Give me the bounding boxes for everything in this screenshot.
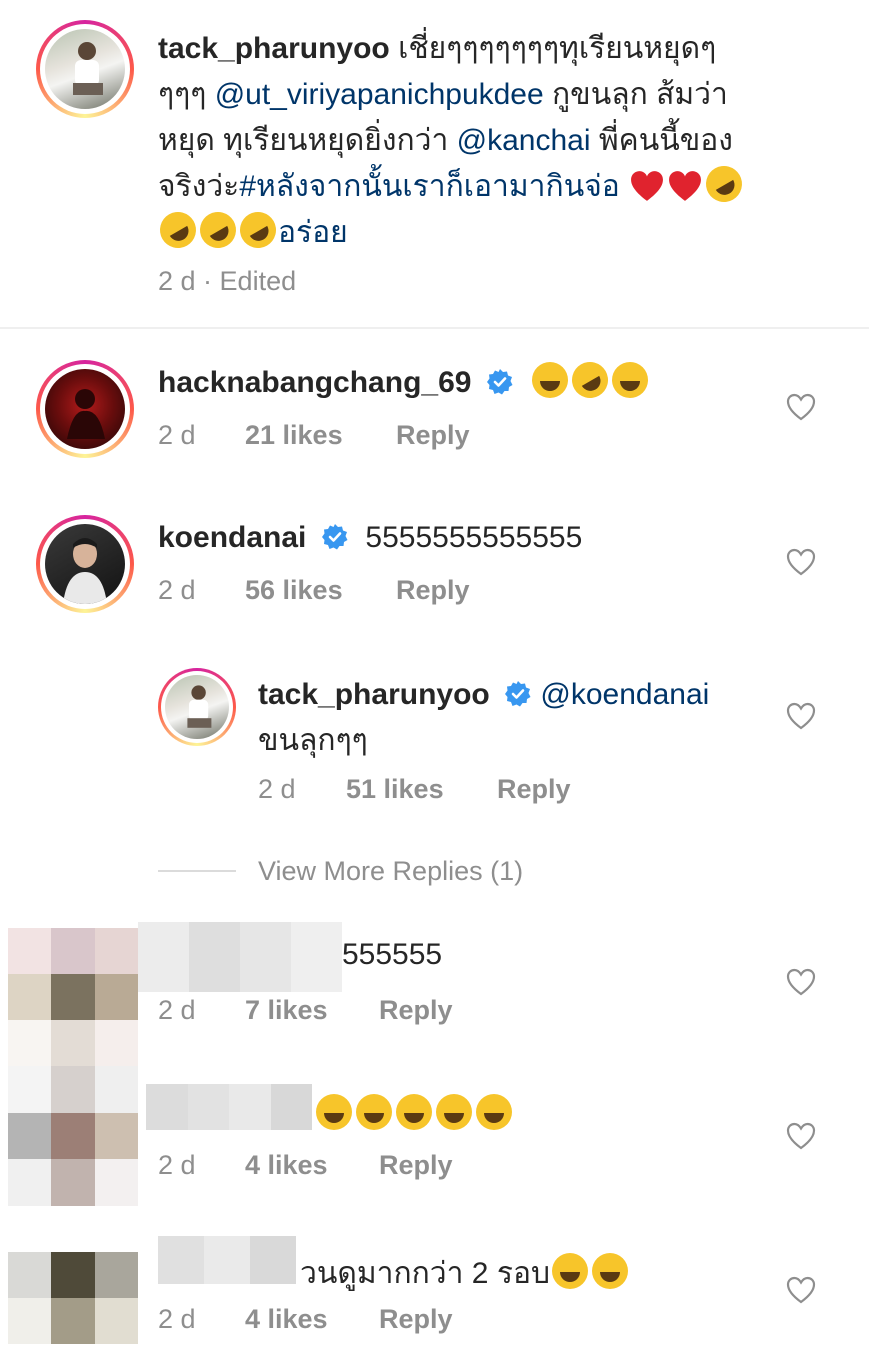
reply-button[interactable]: Reply [396,420,470,451]
rofl-emoji [565,355,616,405]
avatar[interactable] [36,515,134,613]
hashtag-link[interactable]: #หลังจากนั้นเราก็เอามากินจ่อ [239,170,619,203]
comment-time: 2 d [158,1304,196,1334]
verified-badge-icon [321,524,348,550]
joy-emoji [532,362,569,398]
comment-time: 2 d [158,1150,196,1180]
comment-text: ขนลุกๆๆ [258,724,368,757]
mention-link[interactable]: @ut_viriyapanichpukdee [215,78,544,111]
avatar-photo-icon [187,685,212,728]
blurred-username [146,1084,312,1130]
rofl-emoji [153,205,203,255]
joy-emoji [356,1094,392,1130]
joy-emoji [612,362,649,398]
mention-link[interactable]: @koendanai [540,678,709,711]
joy-emoji [316,1094,352,1130]
post-author-username[interactable]: tack_pharunyoo [158,32,390,65]
blurred-avatar [8,1066,138,1207]
comment-meta: 2 d 21 likes Reply [158,420,470,451]
post-caption: tack_pharunyoo เชี่ยๆๆๆๆๆๆๆทุเรียนหยุดๆ … [153,26,838,256]
edited-label: · Edited [195,266,297,296]
joy-emoji [436,1094,472,1130]
blurred-avatar [8,1252,138,1344]
like-heart-icon[interactable] [786,393,816,421]
likes-count[interactable]: 4 likes [245,1150,328,1181]
joy-emoji [552,1253,589,1289]
comment-username[interactable]: hacknabangchang_69 [158,366,471,399]
joy-emoji [396,1094,432,1130]
comment-time: 2 d [258,774,296,804]
comment-text: วนดูมากกว่า 2 รอบ [300,1250,630,1297]
likes-count[interactable]: 21 likes [245,420,343,451]
likes-count[interactable]: 56 likes [245,575,343,606]
reply-button[interactable]: Reply [379,1304,453,1335]
post-author-avatar[interactable] [36,20,134,118]
verified-badge-icon [505,681,531,707]
reply-button[interactable]: Reply [497,774,571,805]
comment: koendanai 5555555555555 [158,517,582,559]
verified-badge-icon [486,369,513,395]
like-heart-icon[interactable] [786,1276,816,1304]
view-more-replies-button[interactable]: View More Replies (1) [258,856,523,887]
like-heart-icon[interactable] [786,1122,816,1150]
like-heart-icon[interactable] [786,968,816,996]
mention-link[interactable]: @kanchai [457,124,591,157]
blurred-avatar [8,928,138,1066]
comment-time: 2 d [158,575,196,605]
comment-meta: 2 d 4 likes Reply [158,1304,453,1335]
view-more-line [158,870,236,872]
like-heart-icon[interactable] [786,702,816,730]
comment-meta: 2 d 51 likes Reply [258,774,571,805]
comment-text: 555555 [342,938,443,971]
avatar-photo-icon [73,42,103,95]
blurred-username [138,922,342,992]
comment: hacknabangchang_69 [158,355,650,405]
avatar[interactable] [158,668,236,746]
like-heart-icon[interactable] [786,548,816,576]
avatar[interactable] [36,360,134,458]
comment-meta: 2 d 4 likes Reply [158,1150,453,1181]
post-meta: 2 d · Edited [158,266,296,297]
comment-meta: 2 d 56 likes Reply [158,575,470,606]
likes-count[interactable]: 4 likes [245,1304,328,1335]
reply-button[interactable]: Reply [396,575,470,606]
reply-comment: tack_pharunyoo @koendanai ขนลุกๆๆ [258,672,768,764]
avatar-photo-icon [67,389,105,439]
reply-button[interactable]: Reply [379,995,453,1026]
joy-emoji [476,1094,512,1130]
reply-button[interactable]: Reply [379,1150,453,1181]
comment-text: 5555555555555 [365,521,583,554]
red-heart-emoji [631,171,664,201]
rofl-emoji [193,205,243,255]
joy-emoji [592,1253,629,1289]
caption-divider [0,327,869,329]
comment-time: 2 d [158,420,196,450]
avatar-photo-icon [63,538,107,604]
comment-meta: 2 d 7 likes Reply [158,995,453,1026]
rofl-emoji [233,205,283,255]
blurred-username [158,1236,296,1284]
comment-username[interactable]: koendanai [158,521,306,554]
post-time: 2 d [158,266,196,296]
likes-count[interactable]: 7 likes [245,995,328,1026]
red-heart-emoji [669,171,702,201]
comment-text [314,1094,514,1132]
comment-username[interactable]: tack_pharunyoo [258,678,490,711]
rofl-emoji [699,159,749,209]
comment-time: 2 d [158,995,196,1025]
likes-count[interactable]: 51 likes [346,774,444,805]
